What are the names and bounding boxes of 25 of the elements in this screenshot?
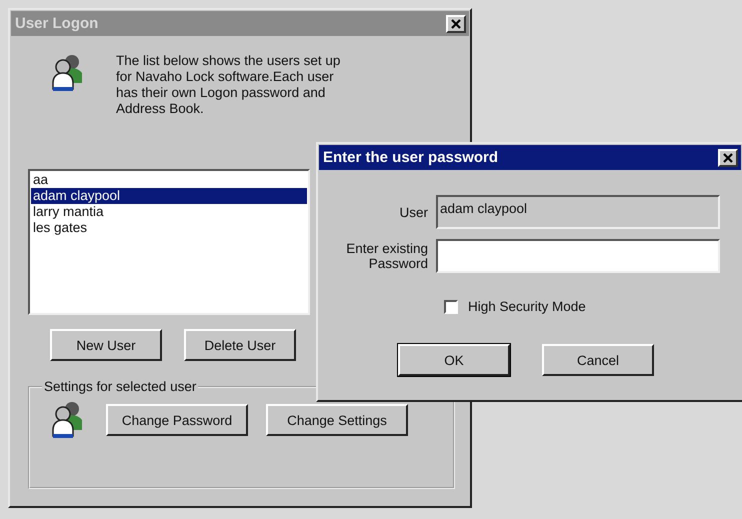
- change-password-button[interactable]: Change Password: [106, 404, 248, 436]
- user-list-item[interactable]: aa: [31, 172, 307, 188]
- delete-user-button[interactable]: Delete User: [184, 329, 296, 361]
- close-button[interactable]: [446, 14, 466, 32]
- close-icon: [451, 18, 461, 28]
- user-field[interactable]: adam claypool: [436, 195, 720, 229]
- cancel-button[interactable]: Cancel: [542, 344, 654, 376]
- close-icon: [723, 152, 733, 162]
- user-list[interactable]: aa adam claypool larry mantia les gates: [28, 169, 310, 315]
- change-settings-button[interactable]: Change Settings: [266, 404, 408, 436]
- user-list-item[interactable]: les gates: [31, 220, 307, 236]
- close-button[interactable]: [718, 148, 738, 166]
- password-label: Enter existing Password: [345, 241, 428, 271]
- password-field[interactable]: [436, 239, 720, 273]
- intro-text: The list below shows the users set up for Navaho Lock software.Each user has their own Logon password and Address Book.: [116, 53, 342, 117]
- dialog-title: Enter the user password: [323, 149, 498, 166]
- ok-button[interactable]: OK: [398, 344, 510, 376]
- checkbox-label: High Security Mode: [468, 299, 586, 314]
- user-list-item[interactable]: adam claypool: [31, 188, 307, 204]
- user-list-item[interactable]: larry mantia: [31, 204, 307, 220]
- new-user-button[interactable]: New User: [50, 329, 162, 361]
- group-legend: Settings for selected user: [42, 379, 198, 394]
- user-label: User: [398, 204, 428, 220]
- checkbox[interactable]: [444, 300, 458, 314]
- window-title: User Logon: [15, 15, 98, 32]
